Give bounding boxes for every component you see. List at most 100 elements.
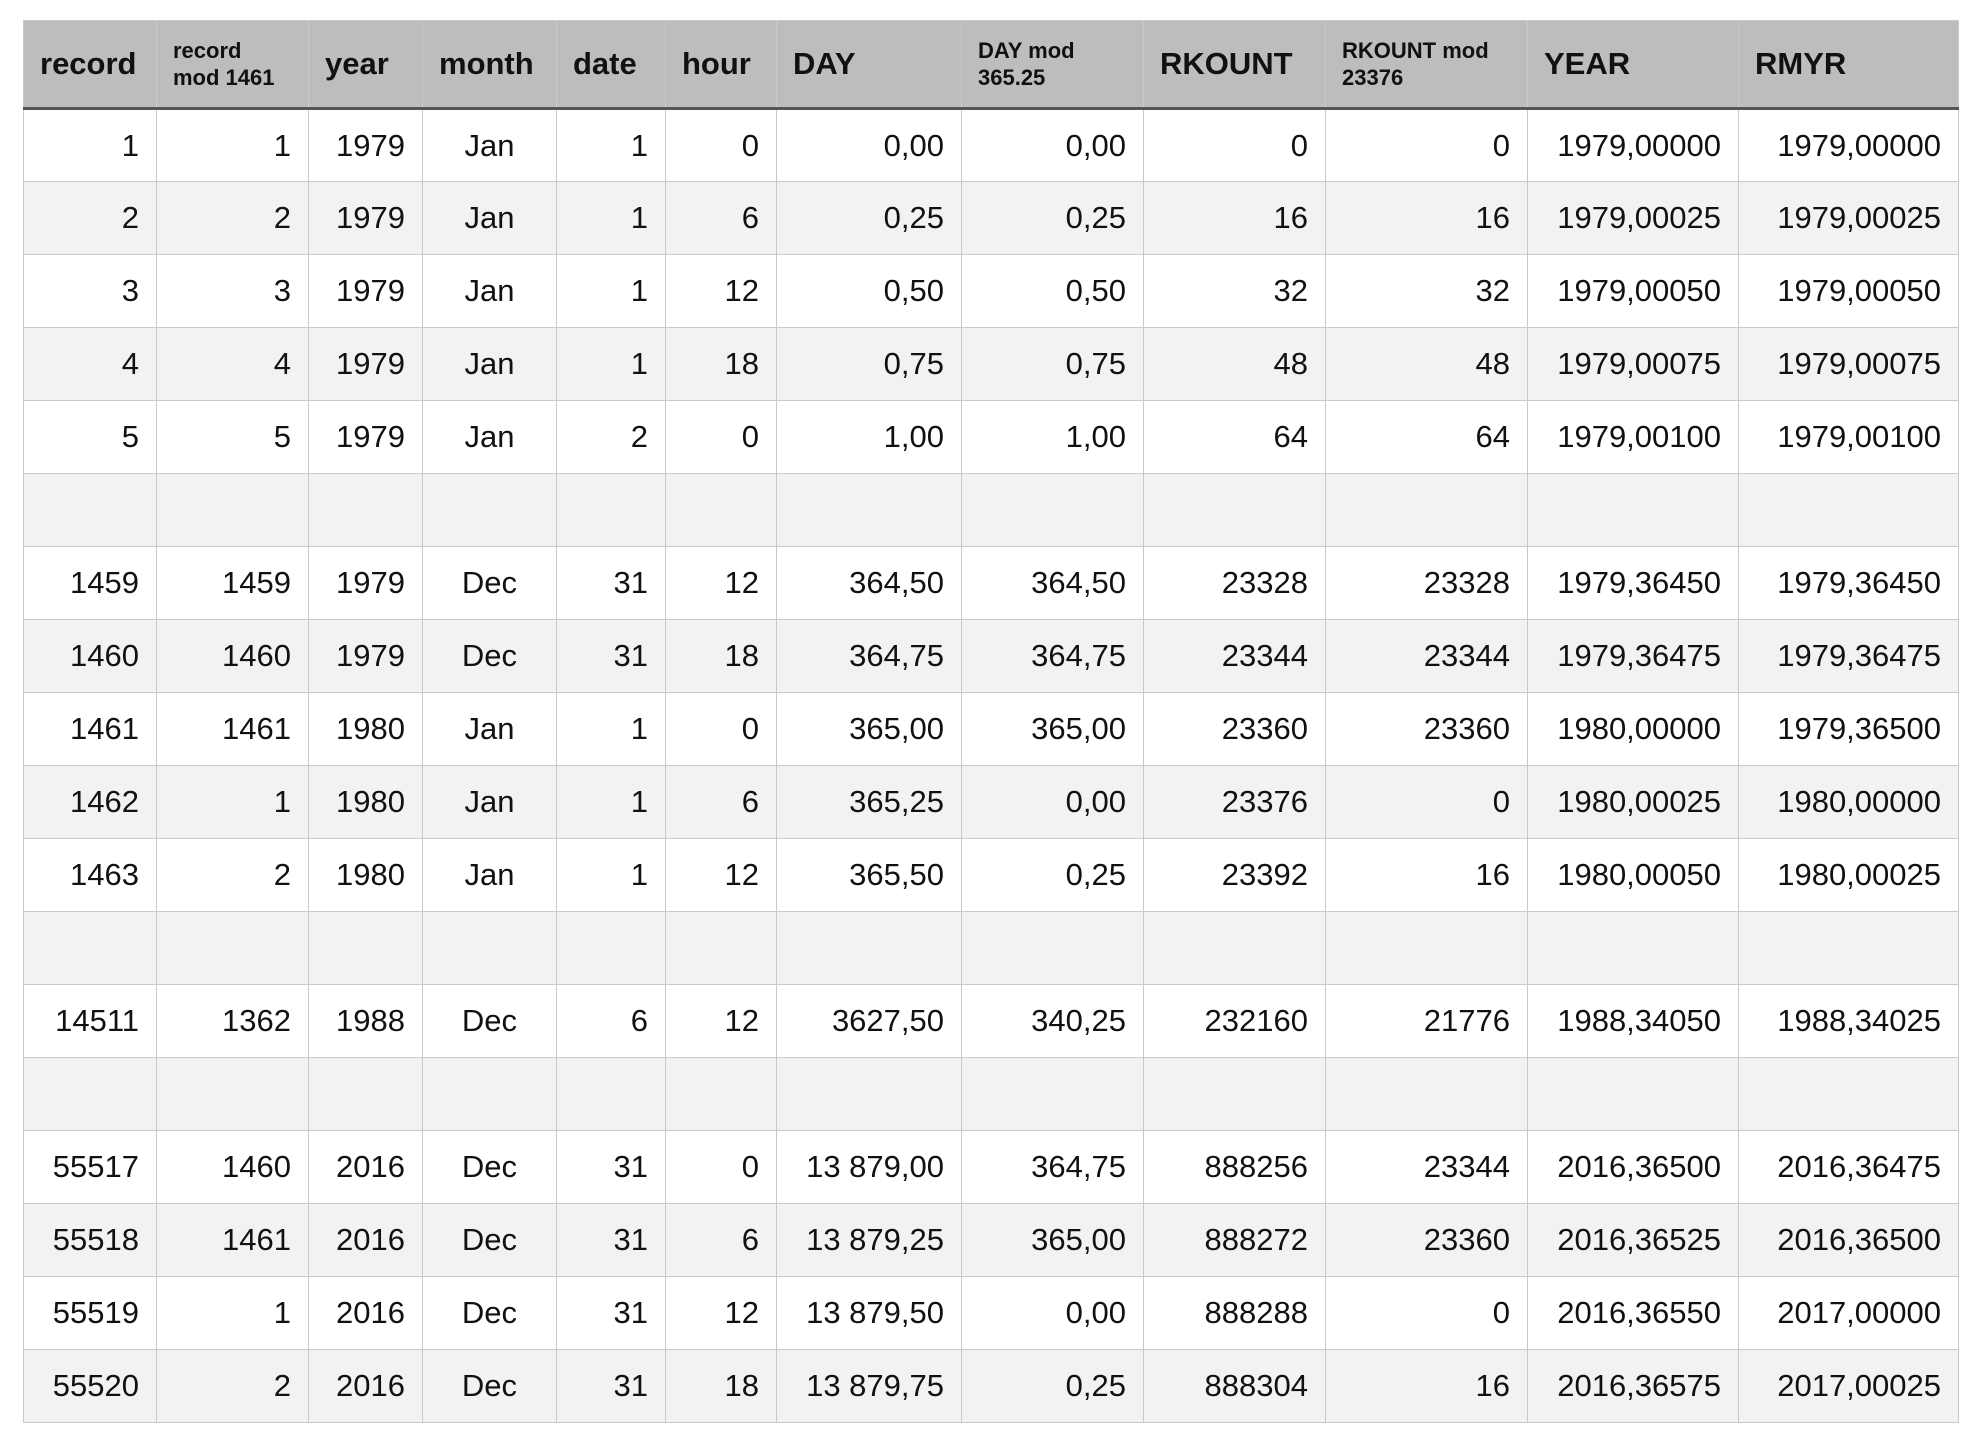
cell-date[interactable]: 1 [556, 108, 666, 182]
cell-rkount[interactable]: 32 [1143, 254, 1326, 328]
cell-record-mod[interactable]: 5 [156, 400, 309, 474]
cell-record[interactable]: 55517 [23, 1130, 157, 1204]
cell-rkount-mod[interactable]: 23344 [1325, 619, 1528, 693]
cell-year[interactable]: 2016,36500 [1527, 1130, 1739, 1204]
cell-month[interactable]: Dec [422, 546, 557, 620]
cell-hour[interactable]: 18 [665, 1349, 777, 1423]
cell-date[interactable]: 1 [556, 254, 666, 328]
cell-record-mod[interactable]: 1 [156, 1276, 309, 1350]
cell-record-mod[interactable] [156, 1057, 309, 1131]
cell-year[interactable]: 2016,36550 [1527, 1276, 1739, 1350]
cell-rmyr[interactable]: 2017,00000 [1738, 1276, 1959, 1350]
cell-rkount[interactable]: 23328 [1143, 546, 1326, 620]
cell-rkount[interactable]: 888256 [1143, 1130, 1326, 1204]
cell-date[interactable]: 6 [556, 984, 666, 1058]
cell-day[interactable]: 13 879,00 [776, 1130, 962, 1204]
column-header-date[interactable]: date [556, 20, 666, 110]
cell-rkount-mod[interactable]: 16 [1325, 1349, 1528, 1423]
cell-record-mod[interactable]: 1362 [156, 984, 309, 1058]
cell-year[interactable]: 2016 [308, 1349, 423, 1423]
cell-rmyr[interactable]: 2017,00025 [1738, 1349, 1959, 1423]
cell-hour[interactable] [665, 473, 777, 547]
cell-day-mod[interactable] [961, 473, 1144, 547]
cell-month[interactable]: Dec [422, 1130, 557, 1204]
cell-day[interactable]: 13 879,50 [776, 1276, 962, 1350]
cell-day[interactable]: 364,75 [776, 619, 962, 693]
cell-rkount-mod[interactable]: 48 [1325, 327, 1528, 401]
cell-record-mod[interactable]: 4 [156, 327, 309, 401]
column-header-day[interactable]: DAY [776, 20, 962, 110]
cell-day-mod[interactable]: 0,00 [961, 1276, 1144, 1350]
cell-day-mod[interactable]: 0,75 [961, 327, 1144, 401]
cell-day[interactable]: 365,25 [776, 765, 962, 839]
cell-date[interactable] [556, 1057, 666, 1131]
cell-record-mod[interactable] [156, 473, 309, 547]
column-header-rkount[interactable]: RKOUNT [1143, 20, 1326, 110]
cell-year[interactable] [1527, 911, 1739, 985]
cell-hour[interactable]: 0 [665, 692, 777, 766]
cell-hour[interactable]: 6 [665, 1203, 777, 1277]
cell-year[interactable] [308, 911, 423, 985]
cell-year[interactable]: 1988,34050 [1527, 984, 1739, 1058]
cell-record[interactable]: 55518 [23, 1203, 157, 1277]
cell-date[interactable]: 31 [556, 546, 666, 620]
cell-hour[interactable]: 0 [665, 108, 777, 182]
cell-rkount-mod[interactable]: 0 [1325, 108, 1528, 182]
cell-record-mod[interactable]: 1461 [156, 1203, 309, 1277]
cell-record[interactable]: 5 [23, 400, 157, 474]
cell-rmyr[interactable]: 1980,00025 [1738, 838, 1959, 912]
cell-rkount[interactable]: 888288 [1143, 1276, 1326, 1350]
cell-rmyr[interactable]: 2016,36475 [1738, 1130, 1959, 1204]
cell-day-mod[interactable]: 0,50 [961, 254, 1144, 328]
cell-day[interactable]: 0,50 [776, 254, 962, 328]
cell-record-mod[interactable]: 1461 [156, 692, 309, 766]
cell-record[interactable]: 1462 [23, 765, 157, 839]
cell-day-mod[interactable]: 0,00 [961, 108, 1144, 182]
cell-month[interactable]: Dec [422, 984, 557, 1058]
cell-year[interactable]: 2016 [308, 1130, 423, 1204]
column-header-record-mod[interactable]: record mod 1461 [156, 20, 309, 110]
cell-date[interactable]: 1 [556, 327, 666, 401]
cell-year[interactable] [308, 473, 423, 547]
cell-year[interactable]: 1980,00025 [1527, 765, 1739, 839]
cell-day-mod[interactable]: 340,25 [961, 984, 1144, 1058]
cell-year[interactable]: 1979 [308, 400, 423, 474]
cell-rmyr[interactable]: 1979,00100 [1738, 400, 1959, 474]
cell-hour[interactable]: 18 [665, 327, 777, 401]
cell-day-mod[interactable]: 365,00 [961, 692, 1144, 766]
cell-day-mod[interactable]: 364,75 [961, 619, 1144, 693]
cell-rkount[interactable]: 232160 [1143, 984, 1326, 1058]
cell-day-mod[interactable]: 0,25 [961, 181, 1144, 255]
cell-year[interactable]: 1979 [308, 619, 423, 693]
cell-record[interactable]: 1463 [23, 838, 157, 912]
cell-hour[interactable]: 12 [665, 984, 777, 1058]
cell-month[interactable] [422, 1057, 557, 1131]
cell-year[interactable]: 1979 [308, 327, 423, 401]
cell-record-mod[interactable] [156, 911, 309, 985]
cell-year[interactable]: 1979,36450 [1527, 546, 1739, 620]
cell-day-mod[interactable]: 0,25 [961, 838, 1144, 912]
cell-year[interactable]: 1988 [308, 984, 423, 1058]
cell-day[interactable] [776, 911, 962, 985]
cell-rkount[interactable]: 64 [1143, 400, 1326, 474]
cell-date[interactable]: 1 [556, 765, 666, 839]
cell-rkount-mod[interactable]: 16 [1325, 181, 1528, 255]
cell-rkount-mod[interactable] [1325, 911, 1528, 985]
cell-record[interactable]: 1461 [23, 692, 157, 766]
column-header-month[interactable]: month [422, 20, 557, 110]
cell-day[interactable]: 13 879,75 [776, 1349, 962, 1423]
cell-rkount-mod[interactable] [1325, 1057, 1528, 1131]
cell-year[interactable]: 1979,36475 [1527, 619, 1739, 693]
cell-hour[interactable] [665, 1057, 777, 1131]
cell-month[interactable]: Jan [422, 400, 557, 474]
cell-rkount-mod[interactable]: 16 [1325, 838, 1528, 912]
cell-day[interactable]: 13 879,25 [776, 1203, 962, 1277]
cell-date[interactable] [556, 911, 666, 985]
cell-rkount-mod[interactable]: 23328 [1325, 546, 1528, 620]
cell-record-mod[interactable]: 1460 [156, 1130, 309, 1204]
cell-year[interactable]: 1979 [308, 546, 423, 620]
column-header-record[interactable]: record [23, 20, 157, 110]
cell-date[interactable]: 31 [556, 1130, 666, 1204]
cell-rmyr[interactable]: 1979,36500 [1738, 692, 1959, 766]
cell-rkount[interactable] [1143, 1057, 1326, 1131]
